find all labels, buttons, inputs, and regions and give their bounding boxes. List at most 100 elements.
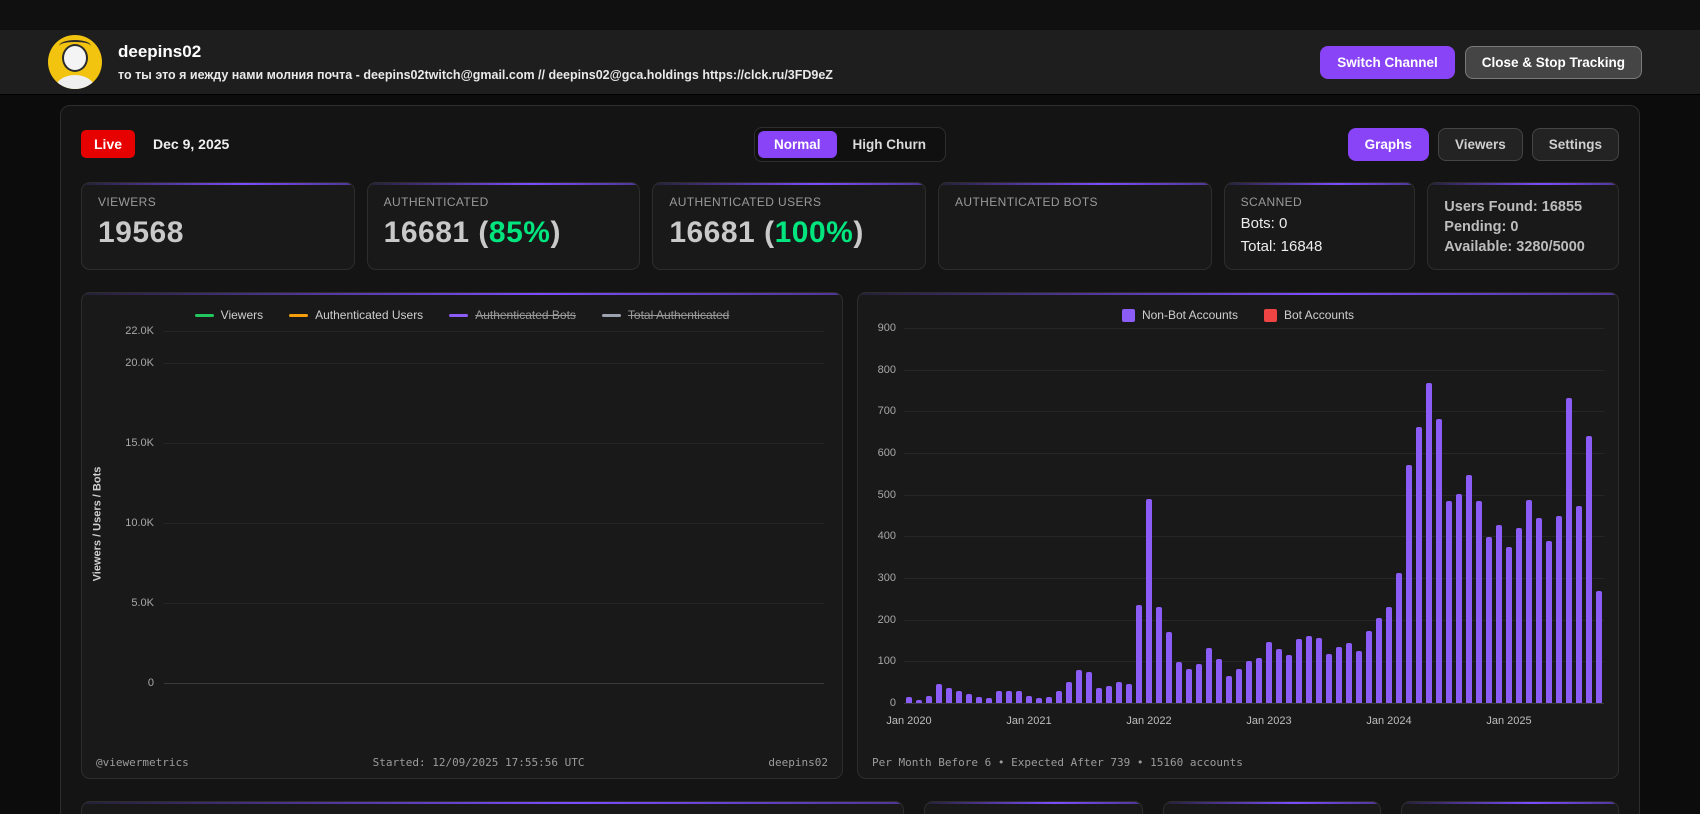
stat-card-label: SCANNED: [1240, 195, 1303, 209]
bar-chart-y-tick: 0: [889, 697, 896, 709]
bar-chart-footer-text: Per Month Before 6 • Expected After 739 …: [872, 756, 1243, 769]
bar-chart-gridline: [904, 328, 1604, 329]
mode-option-normal[interactable]: Normal: [757, 130, 837, 158]
stat-card-scanned: SCANNED Bots: 0 Total: 16848: [1223, 182, 1416, 270]
legend-swatch: [194, 313, 214, 317]
legend-label: Viewers: [220, 308, 264, 322]
bar-chart-y-labels: 0 100 200 300 400 500 600 700 800 900: [858, 322, 896, 709]
next-section-card-1: [924, 801, 1143, 814]
stat-card-authenticated: AUTHENTICATED 16681 (85%): [366, 182, 641, 270]
bar-month-50: [1406, 464, 1412, 703]
bar-month-32: [1226, 675, 1232, 703]
bar-chart-card: Non-Bot Accounts Bot Accounts Number of A…: [857, 292, 1619, 779]
bar-chart-gridline: [904, 369, 1604, 371]
bar-month-8: [986, 698, 992, 703]
bar-month-69: [1596, 591, 1602, 703]
bar-month-26: [1166, 632, 1172, 703]
bar-month-64: [1546, 540, 1552, 703]
bar-chart-y-tick: 400: [877, 530, 896, 543]
bar-month-62: [1526, 499, 1532, 703]
bar-month-54: [1446, 501, 1452, 703]
main-panel: Live Dec 9, 2025 Normal High Churn Graphs…: [60, 105, 1640, 814]
stat-card-label: AUTHENTICATED BOTS: [954, 195, 1098, 209]
bar-month-55: [1456, 493, 1462, 703]
view-button-viewers[interactable]: Viewers: [1437, 127, 1523, 161]
bar-chart-y-tick: 900: [877, 322, 896, 334]
mode-option-high-churn[interactable]: High Churn: [837, 131, 943, 158]
stat-card-label: AUTHENTICATED USERS: [669, 195, 822, 209]
bar-month-58: [1486, 537, 1492, 703]
bar-month-45: [1356, 651, 1362, 703]
bar-month-39: [1296, 639, 1302, 703]
legend-label: Authenticated Users: [315, 308, 424, 322]
avatar-hair-shape: [59, 40, 91, 52]
legend-item-viewers[interactable]: Viewers: [194, 308, 264, 322]
line-chart-y-tick: 15.0K: [125, 437, 154, 449]
next-section-row: [81, 801, 1619, 814]
line-chart-y-tick: 10.0K: [125, 517, 154, 529]
legend-swatch: [1264, 308, 1277, 322]
line-chart-gridline: [164, 523, 824, 524]
bar-month-28: [1186, 669, 1192, 703]
line-chart-y-tick: 0: [147, 677, 154, 689]
legend-item-bot-accounts[interactable]: Bot Accounts: [1264, 308, 1354, 322]
bar-chart-gridline: [904, 494, 1604, 496]
legend-item-authenticated-users[interactable]: Authenticated Users: [289, 308, 423, 322]
bar-month-30: [1206, 647, 1212, 703]
bar-month-10: [1006, 690, 1012, 703]
stat-card-value: 16681 (100%): [669, 216, 864, 249]
bar-month-38: [1286, 655, 1292, 703]
bar-month-9: [996, 690, 1002, 703]
bar-month-1: [916, 699, 922, 703]
charts-row: Viewers Authenticated Users Authenticated …: [81, 292, 1619, 779]
view-button-settings[interactable]: Settings: [1531, 127, 1619, 161]
line-chart-card: Viewers Authenticated Users Authenticated …: [81, 292, 843, 779]
bar-month-56: [1466, 474, 1472, 703]
bar-month-57: [1476, 500, 1482, 703]
channel-subtitle: то ты это я иежду нами молния почта - de…: [118, 68, 833, 82]
avatar-torso-shape: [55, 75, 95, 89]
bar-month-60: [1506, 547, 1512, 703]
legend-item-authenticated-bots[interactable]: Authenticated Bots: [449, 308, 576, 322]
bar-month-48: [1386, 607, 1392, 703]
bar-month-23: [1136, 605, 1142, 703]
bar-month-41: [1316, 638, 1322, 703]
stat-card-percent: 100%: [774, 216, 854, 249]
bar-month-53: [1436, 418, 1442, 703]
bar-month-2: [926, 695, 932, 703]
line-chart-gridline: [164, 603, 824, 604]
next-section-card-3: [1400, 801, 1619, 814]
bar-chart-y-tick: 600: [877, 447, 896, 459]
bar-month-20: [1106, 685, 1112, 703]
bar-month-12: [1026, 695, 1032, 703]
stat-card-label: VIEWERS: [98, 195, 157, 209]
stat-card-line: Users Found: 16855: [1444, 199, 1583, 215]
bar-chart-footer: Per Month Before 6 • Expected After 739 …: [872, 756, 1604, 769]
stats-row: VIEWERS 19568 AUTHENTICATED 16681 (85%) AUTH…: [81, 182, 1619, 270]
bar-month-18: [1086, 672, 1092, 703]
bar-month-61: [1516, 528, 1522, 703]
bar-month-7: [976, 696, 982, 703]
close-stop-tracking-button[interactable]: Close & Stop Tracking: [1464, 45, 1642, 79]
bar-month-66: [1566, 398, 1572, 703]
next-section-card-2: [1162, 801, 1381, 814]
bar-chart-x-tick-jan-2023: Jan 2023: [1246, 715, 1292, 727]
legend-swatch: [289, 313, 309, 317]
legend-item-non-bot-accounts[interactable]: Non-Bot Accounts: [1121, 308, 1238, 322]
bar-month-47: [1376, 617, 1382, 703]
line-chart-y-tick: 20.0K: [125, 357, 154, 369]
switch-channel-button[interactable]: Switch Channel: [1320, 45, 1455, 79]
bar-month-14: [1046, 696, 1052, 703]
bar-month-44: [1346, 642, 1352, 703]
line-chart-gridline: [164, 683, 824, 684]
stat-card-quota: Users Found: 16855 Pending: 0 Available: 3…: [1427, 182, 1619, 270]
view-button-graphs[interactable]: Graphs: [1347, 127, 1429, 161]
mode-toggle: Normal High Churn: [753, 126, 947, 162]
bar-month-52: [1426, 383, 1432, 703]
legend-item-total-authenticated[interactable]: Total Authenticated: [601, 308, 729, 322]
channel-avatar: [48, 35, 102, 89]
bar-chart-gridline: [904, 411, 1604, 413]
bar-month-19: [1096, 688, 1102, 703]
stat-card-label: AUTHENTICATED: [383, 195, 489, 209]
stat-card-line: Bots: 0: [1240, 215, 1288, 232]
